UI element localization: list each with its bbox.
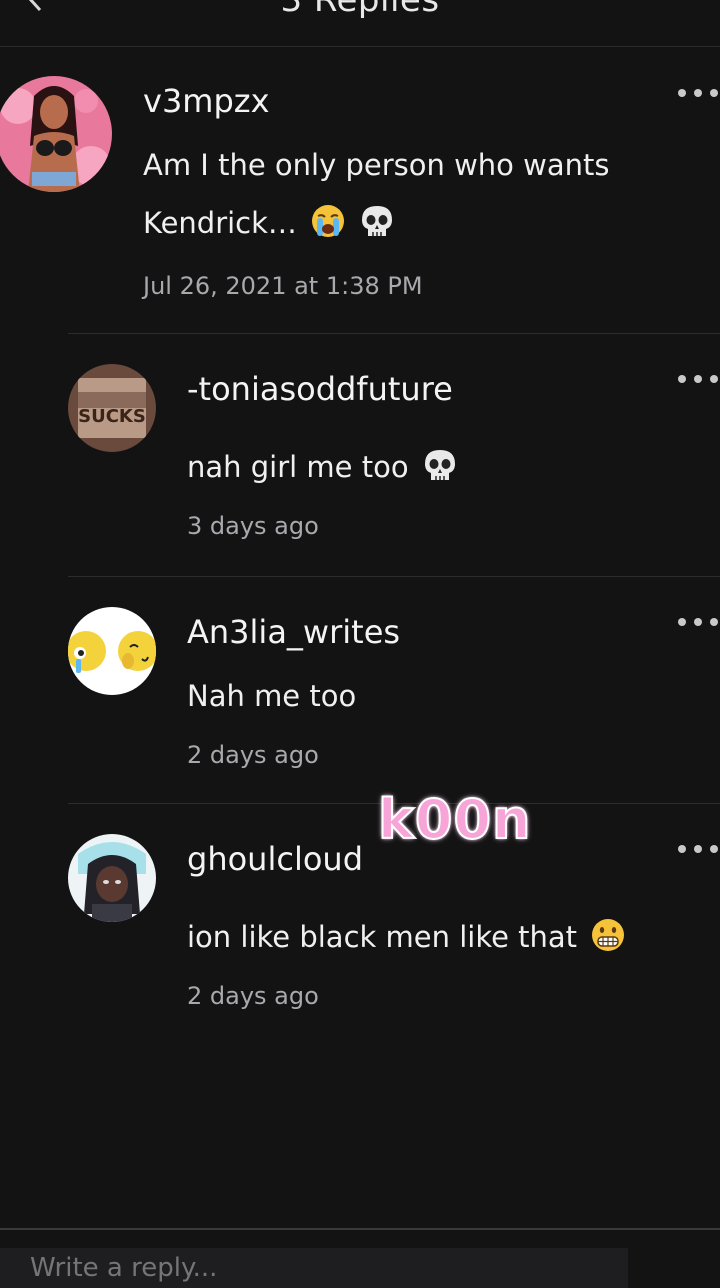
reply-text: ion like black men like that bbox=[187, 908, 707, 966]
reply-item: SUCKS -toniasoddfuture nah girl me too 3… bbox=[0, 334, 720, 576]
comment-username[interactable]: v3mpzx bbox=[143, 82, 270, 120]
reply-timestamp: 3 days ago bbox=[187, 512, 319, 540]
avatar[interactable] bbox=[68, 607, 156, 695]
reply-username[interactable]: -toniasoddfuture bbox=[187, 370, 453, 408]
reply-text: Nah me too bbox=[187, 679, 357, 713]
reply-item: ghoulcloud ion like black men like that … bbox=[0, 804, 720, 1044]
more-dots-icon[interactable] bbox=[676, 842, 720, 856]
reply-input[interactable] bbox=[0, 1248, 628, 1288]
avatar[interactable] bbox=[68, 834, 156, 922]
comment-text-line-1: Am I the only person who wants bbox=[143, 148, 610, 182]
svg-text:SUCKS: SUCKS bbox=[78, 406, 146, 427]
more-dots-icon[interactable] bbox=[676, 372, 720, 386]
reply-text-content: ion like black men like that bbox=[187, 920, 578, 954]
reply-timestamp: 2 days ago bbox=[187, 741, 319, 769]
reply-composer bbox=[0, 1228, 720, 1288]
overlay-sticker-text: k00n bbox=[377, 787, 532, 852]
loudly-crying-emoji-icon bbox=[312, 205, 345, 237]
avatar[interactable] bbox=[0, 76, 112, 192]
more-dots-icon[interactable] bbox=[676, 86, 720, 100]
reply-text: nah girl me too bbox=[187, 438, 687, 496]
reply-item: An3lia_writes Nah me too 2 days ago bbox=[0, 577, 720, 803]
comment-text-line-2: Kendrick… bbox=[143, 194, 703, 252]
comment-text: Am I the only person who wants Kendrick… bbox=[143, 136, 703, 252]
comment-text-line-2-text: Kendrick… bbox=[143, 206, 297, 240]
skull-emoji-icon bbox=[362, 206, 393, 236]
header: 3 Replies bbox=[0, 0, 720, 47]
reply-username[interactable]: An3lia_writes bbox=[187, 613, 400, 651]
skull-emoji-icon bbox=[424, 450, 455, 480]
page-title: 3 Replies bbox=[280, 0, 440, 20]
reply-timestamp: 2 days ago bbox=[187, 982, 319, 1010]
reply-text-content: nah girl me too bbox=[187, 450, 409, 484]
avatar[interactable]: SUCKS bbox=[68, 364, 156, 452]
main-comment: v3mpzx Am I the only person who wants Ke… bbox=[0, 48, 720, 333]
more-dots-icon[interactable] bbox=[676, 615, 720, 629]
comment-timestamp: Jul 26, 2021 at 1:38 PM bbox=[143, 272, 423, 300]
grimacing-emoji-icon bbox=[592, 919, 625, 951]
reply-username[interactable]: ghoulcloud bbox=[187, 840, 363, 878]
